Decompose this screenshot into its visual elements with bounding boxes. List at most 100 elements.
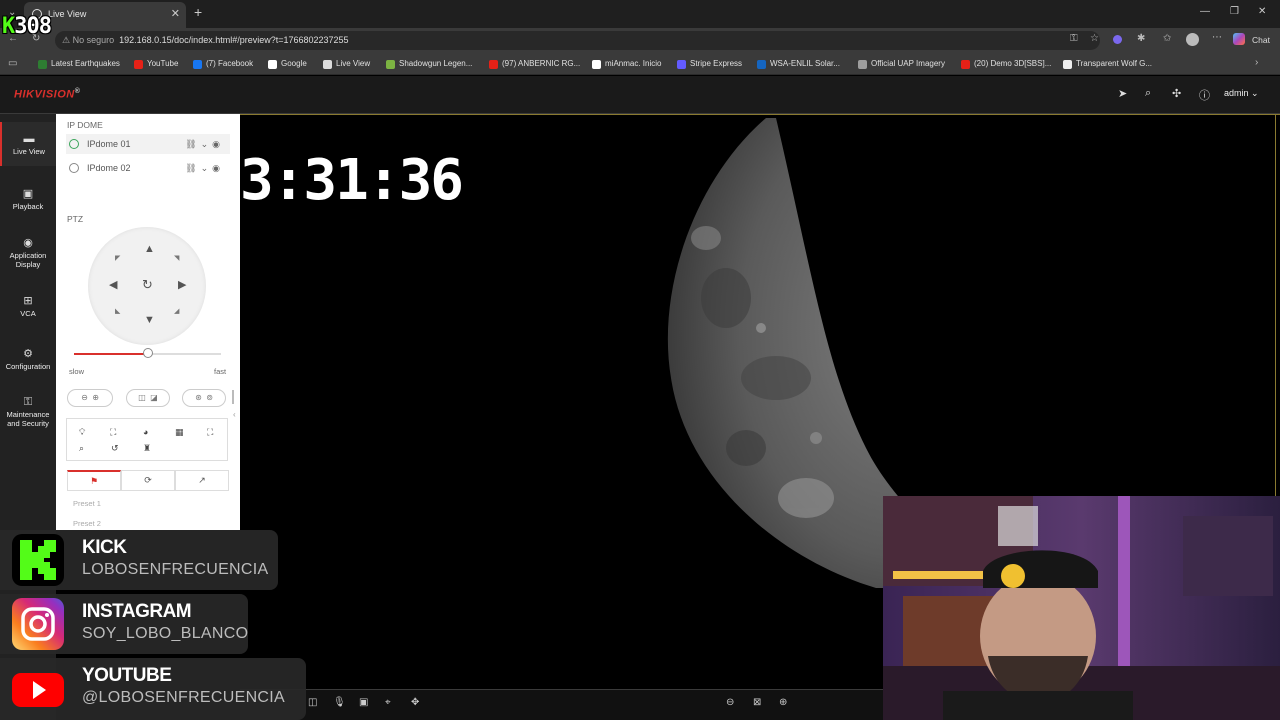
social-title: YOUTUBE xyxy=(82,665,172,686)
send-icon[interactable]: ➤ xyxy=(1118,87,1127,100)
preset-item[interactable]: Preset 2 xyxy=(73,519,101,528)
bookmark-favicon-icon xyxy=(858,60,867,69)
ptz-down-right-arrow-icon[interactable]: ◢ xyxy=(174,307,179,315)
park-action-icon[interactable]: ↺ xyxy=(111,443,119,454)
chevron-down-icon: ⌄ xyxy=(1251,88,1259,98)
3d-zoom-icon[interactable]: ✥ xyxy=(411,697,419,708)
security-label: No seguro xyxy=(72,35,115,45)
bookmark-item[interactable]: WSA-ENLIL Solar... xyxy=(757,57,840,71)
tab-close-icon[interactable]: ✕ xyxy=(171,2,180,26)
wiper-icon[interactable]: ◕ xyxy=(143,427,148,437)
copilot-icon[interactable] xyxy=(1233,33,1245,45)
ptz-auto-scan-icon[interactable]: ↻ xyxy=(142,277,153,293)
speed-slider-handle[interactable] xyxy=(142,348,153,358)
light-icon[interactable]: 💡︎ xyxy=(79,427,85,438)
extension-icon[interactable] xyxy=(1113,35,1122,44)
ptz-up-right-arrow-icon[interactable]: ◥ xyxy=(174,254,179,262)
next-page-icon[interactable]: ⊕ xyxy=(779,697,787,708)
one-touch-icon[interactable]: ♜ xyxy=(143,443,151,454)
camera-controls[interactable]: ⛓⌄◉ xyxy=(185,134,224,154)
collapse-panel-icon[interactable]: ‹ xyxy=(233,410,236,419)
nav-live-view[interactable]: ▬ Live View xyxy=(0,122,56,166)
bookmark-item[interactable]: Google xyxy=(268,57,307,71)
microphone-icon[interactable]: 🎙︎ xyxy=(333,697,346,708)
nav-maintenance-security[interactable]: ⚿ Maintenance and Security xyxy=(0,397,56,429)
3d-positioning-icon[interactable]: ⛶ xyxy=(207,427,213,438)
camera-item[interactable]: IPdome 02 ⛓⌄◉ xyxy=(66,158,230,178)
bookmark-item[interactable]: Stripe Express xyxy=(677,57,742,71)
social-handle: @LOBOSENFRECUENCIA xyxy=(82,689,286,706)
zoom-search-icon[interactable]: ⌕ xyxy=(79,443,84,454)
favorites-icon[interactable]: ✩ xyxy=(1163,33,1171,44)
ptz-up-arrow-icon[interactable]: ▲ xyxy=(144,243,155,255)
webcam-feed xyxy=(883,496,1280,720)
bookmark-item[interactable]: Shadowgun Legen... xyxy=(386,57,472,71)
minimize-icon[interactable]: — xyxy=(1200,6,1210,17)
bookmark-item[interactable]: YouTube xyxy=(134,57,178,71)
focus-pill[interactable]: ◫ ◪ xyxy=(126,389,170,407)
bookmark-item[interactable]: Latest Earthquakes xyxy=(38,57,120,71)
iris-pill[interactable]: ⊛ ⊚ xyxy=(182,389,226,407)
tab-presets[interactable]: ⚑ xyxy=(67,470,121,491)
camera-name: IPdome 01 xyxy=(87,139,131,149)
bookmark-label: Shadowgun Legen... xyxy=(399,59,473,68)
user-menu[interactable]: admin ⌄ xyxy=(1224,88,1259,99)
bookmark-item[interactable]: Transparent Wolf G... xyxy=(1063,57,1152,71)
tab-pattern[interactable]: ↗ xyxy=(175,470,229,491)
nav-playback[interactable]: ▣ Playback xyxy=(0,189,56,212)
app-header xyxy=(0,76,1280,114)
security-indicator[interactable]: ⚠ xyxy=(62,35,73,45)
ptz-down-arrow-icon[interactable]: ▼ xyxy=(144,314,155,326)
bookmark-item[interactable]: Live View xyxy=(323,57,370,71)
bookmark-star-icon[interactable]: ☆ xyxy=(1090,33,1099,44)
sidebar-toggle-icon[interactable]: ▭ xyxy=(8,58,17,69)
stop-all-icon[interactable]: ⊠ xyxy=(753,697,761,708)
instagram-logo xyxy=(12,598,64,650)
image-icon[interactable]: ▣ xyxy=(359,697,368,708)
bookmark-favicon-icon xyxy=(489,60,498,69)
key-icon[interactable]: ⚿ xyxy=(1070,33,1078,44)
bookmark-item[interactable]: (97) ANBERNIC RG... xyxy=(489,57,580,71)
chat-button[interactable]: Chat xyxy=(1252,35,1270,45)
nav-configuration[interactable]: ⚙ Configuration xyxy=(0,349,56,372)
camera-status-icon xyxy=(69,139,79,149)
ptz-left-arrow-icon[interactable]: ◀ xyxy=(109,278,117,291)
grid-icon[interactable]: ▦ xyxy=(175,427,184,438)
bookmark-label: miAnmac. Inicio xyxy=(605,59,662,68)
bookmark-item[interactable]: miAnmac. Inicio xyxy=(592,57,661,71)
puzzle-icon[interactable]: ✱ xyxy=(1137,33,1145,44)
address-bar[interactable]: ⚠ No seguro 192.168.0.15/doc/index.html#… xyxy=(55,31,1100,50)
nav-vca[interactable]: ⊞ VCA xyxy=(0,296,56,319)
bookmark-favicon-icon xyxy=(386,60,395,69)
search-icon[interactable]: ⌕ xyxy=(1145,87,1151,100)
maximize-icon[interactable]: ❐ xyxy=(1230,6,1239,17)
menu-dots-icon[interactable]: ⋯ xyxy=(1212,32,1222,43)
ptz-right-arrow-icon[interactable]: ▶ xyxy=(178,278,186,291)
profile-avatar[interactable] xyxy=(1186,33,1199,46)
manual-tracking-icon[interactable]: ⛶ xyxy=(110,427,116,438)
bookmark-item[interactable]: Official UAP Imagery xyxy=(858,57,945,71)
info-icon[interactable]: ⓘ xyxy=(1199,87,1210,103)
zoom-pill[interactable]: ⊖ ⊕ xyxy=(67,389,113,407)
bookmarks-overflow-icon[interactable]: › xyxy=(1255,57,1258,68)
bookmark-label: Google xyxy=(281,59,307,68)
capture-icon[interactable]: ◫ xyxy=(308,697,317,708)
tab-patrol[interactable]: ⟳ xyxy=(121,470,175,491)
tab-title: Live View xyxy=(48,9,87,19)
wizard-icon[interactable]: ✣ xyxy=(1172,87,1181,100)
bookmark-item[interactable]: (7) Facebook xyxy=(193,57,253,71)
ptz-down-left-arrow-icon[interactable]: ◣ xyxy=(115,307,120,315)
nav-application-display[interactable]: ◉ Application Display xyxy=(0,238,56,270)
camera-item[interactable]: IPdome 01 ⛓⌄◉ xyxy=(66,134,230,154)
bookmark-item[interactable]: (20) Demo 3D[SBS]... xyxy=(961,57,1051,71)
digital-zoom-icon[interactable]: ⌖ xyxy=(385,697,391,708)
nav-label: VCA xyxy=(20,309,36,318)
bookmark-favicon-icon xyxy=(961,60,970,69)
new-tab-button[interactable]: + xyxy=(194,4,202,20)
camera-controls[interactable]: ⛓⌄◉ xyxy=(185,158,224,178)
ptz-up-left-arrow-icon[interactable]: ◤ xyxy=(115,254,120,262)
bookmark-label: (7) Facebook xyxy=(206,59,254,68)
close-window-icon[interactable]: ✕ xyxy=(1258,6,1266,17)
preset-item[interactable]: Preset 1 xyxy=(73,499,101,508)
previous-page-icon[interactable]: ⊖ xyxy=(726,697,734,708)
